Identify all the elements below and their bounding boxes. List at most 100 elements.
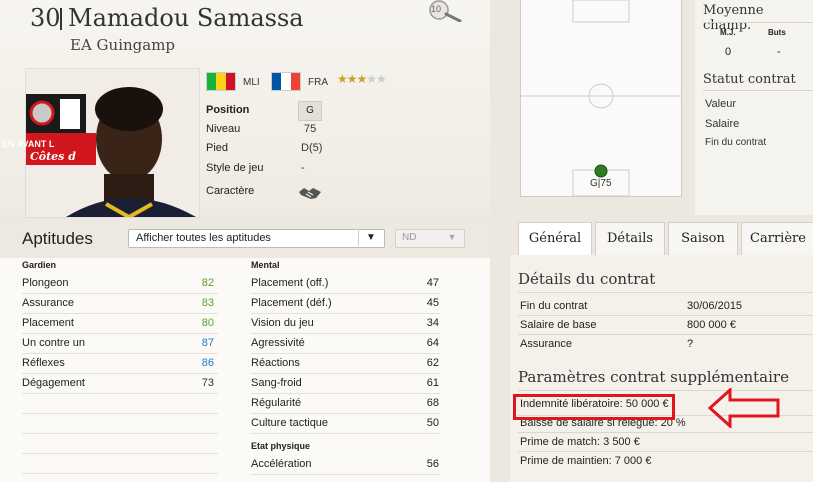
aptitude-value: 73 bbox=[201, 377, 214, 389]
attr-value-pied: D(5) bbox=[301, 142, 323, 154]
physique-list: Accélération 56 bbox=[251, 455, 441, 475]
aptitude-label: Accélération bbox=[251, 458, 312, 470]
aptitude-value: 86 bbox=[201, 357, 214, 369]
divider bbox=[518, 334, 813, 335]
aptitude-value: 45 bbox=[426, 297, 439, 309]
buts-header: Buts bbox=[768, 28, 786, 37]
nationality-code: MLI bbox=[243, 77, 260, 88]
aptitude-value: 64 bbox=[426, 337, 439, 349]
flag-france-icon bbox=[271, 72, 301, 91]
aptitude-label: Réactions bbox=[251, 357, 300, 369]
table-row: Agressivité 64 bbox=[251, 334, 441, 354]
contract-label: Assurance bbox=[520, 338, 572, 350]
table-row: Placement 80 bbox=[22, 314, 218, 334]
attr-value-style: - bbox=[301, 162, 305, 174]
extra-contract-title: Paramètres contrat supplémentaire bbox=[518, 368, 789, 386]
divider bbox=[518, 451, 813, 452]
table-row: Régularité 68 bbox=[251, 394, 441, 414]
chevron-down-icon[interactable]: ▼ bbox=[358, 229, 383, 246]
star-filled-icon: ★★★ bbox=[337, 72, 367, 86]
search-badge: 10 bbox=[431, 4, 442, 14]
aptitudes-filter-label: Afficher toutes les aptitudes bbox=[136, 232, 271, 244]
aptitude-label: Vision du jeu bbox=[251, 317, 314, 329]
mental-list: Placement (off.) 47 Placement (déf.) 45 … bbox=[251, 274, 441, 434]
attr-label-caractere: Caractère bbox=[206, 185, 255, 197]
table-row bbox=[22, 414, 218, 434]
aptitude-value: 80 bbox=[201, 317, 214, 329]
aptitude-label: Agressivité bbox=[251, 337, 305, 349]
aptitude-label: Placement bbox=[22, 317, 74, 329]
aptitude-label: Plongeon bbox=[22, 277, 69, 289]
player-name: Mamadou Samassa bbox=[68, 4, 304, 32]
section-etat-physique: Etat physique bbox=[251, 441, 311, 451]
table-row: Assurance 83 bbox=[22, 294, 218, 314]
flag-mali-icon bbox=[206, 72, 236, 91]
table-row: Culture tactique 50 bbox=[251, 414, 441, 434]
table-row: Accélération 56 bbox=[251, 455, 441, 475]
player-number: 30 bbox=[30, 4, 61, 32]
club-name: EA Guingamp bbox=[70, 36, 176, 54]
attr-label-style: Style de jeu bbox=[206, 162, 264, 174]
tab-details[interactable]: Détails bbox=[595, 222, 665, 255]
aptitude-value: 47 bbox=[426, 277, 439, 289]
aptitude-label: Un contre un bbox=[22, 337, 85, 349]
aptitude-label: Sang-froid bbox=[251, 377, 302, 389]
aptitude-value: 62 bbox=[426, 357, 439, 369]
statut-title: Statut contrat bbox=[703, 72, 796, 87]
divider bbox=[703, 22, 813, 23]
position-value: G bbox=[298, 101, 322, 121]
aptitude-value: 87 bbox=[201, 337, 214, 349]
divider bbox=[518, 432, 813, 433]
aptitude-label: Régularité bbox=[251, 397, 302, 409]
attr-label-niveau: Niveau bbox=[206, 123, 241, 135]
table-row bbox=[22, 434, 218, 454]
tab-saison[interactable]: Saison bbox=[668, 222, 738, 255]
divider bbox=[518, 315, 813, 316]
fin-contrat-label: Fin du contrat bbox=[705, 137, 767, 148]
table-row: Sang-froid 61 bbox=[251, 374, 441, 394]
aptitude-value: 61 bbox=[426, 377, 439, 389]
aptitude-label: Culture tactique bbox=[251, 417, 329, 429]
table-row: Un contre un 87 bbox=[22, 334, 218, 354]
mj-header: M.J. bbox=[720, 28, 736, 37]
section-mental: Mental bbox=[251, 260, 280, 270]
section-gardien: Gardien bbox=[22, 260, 57, 270]
contract-value: 800 000 € bbox=[687, 319, 736, 331]
salaire-label: Salaire bbox=[705, 118, 740, 130]
photo-banner-line1: EN AVANT L bbox=[2, 139, 55, 149]
extra-row: Prime de match: 3 500 € bbox=[520, 436, 640, 448]
table-row: Plongeon 82 bbox=[22, 274, 218, 294]
photo-banner-line2: Côtes d bbox=[30, 150, 76, 163]
attr-value-niveau: 75 bbox=[304, 123, 317, 135]
tab-carriere[interactable]: Carrière bbox=[741, 222, 813, 255]
aptitude-value: 50 bbox=[426, 417, 439, 429]
tab-general[interactable]: Général bbox=[518, 222, 592, 255]
arrow-left-icon bbox=[707, 386, 780, 430]
contract-label: Salaire de base bbox=[520, 319, 597, 331]
chevron-down-icon[interactable]: ▼ bbox=[443, 229, 461, 246]
table-row: Dégagement 73 bbox=[22, 374, 218, 394]
nationality-code: FRA bbox=[308, 77, 328, 88]
aptitude-label: Placement (off.) bbox=[251, 277, 329, 289]
attr-label-pied: Pied bbox=[206, 142, 229, 154]
handshake-icon[interactable] bbox=[298, 185, 322, 204]
divider bbox=[518, 292, 813, 293]
table-row: Placement (off.) 47 bbox=[251, 274, 441, 294]
table-row: Réactions 62 bbox=[251, 354, 441, 374]
mj-value: 0 bbox=[725, 46, 732, 58]
aptitude-value: 83 bbox=[201, 297, 214, 309]
aptitude-value: 68 bbox=[426, 397, 439, 409]
pitch-marker-label: G|75 bbox=[590, 178, 612, 189]
buts-value: - bbox=[777, 46, 781, 58]
divider bbox=[703, 90, 813, 91]
aptitude-value: 56 bbox=[426, 458, 439, 470]
aptitude-label: Dégagement bbox=[22, 377, 85, 389]
star-empty-icon: ★★ bbox=[366, 72, 386, 86]
contract-label: Fin du contrat bbox=[520, 300, 588, 312]
aptitude-value: 82 bbox=[201, 277, 214, 289]
table-row bbox=[22, 394, 218, 414]
table-row: Réflexes 86 bbox=[22, 354, 218, 374]
aptitude-label: Assurance bbox=[22, 297, 74, 309]
attr-label-position: Position bbox=[206, 104, 250, 116]
star-rating: ★★★★★ bbox=[337, 72, 387, 86]
